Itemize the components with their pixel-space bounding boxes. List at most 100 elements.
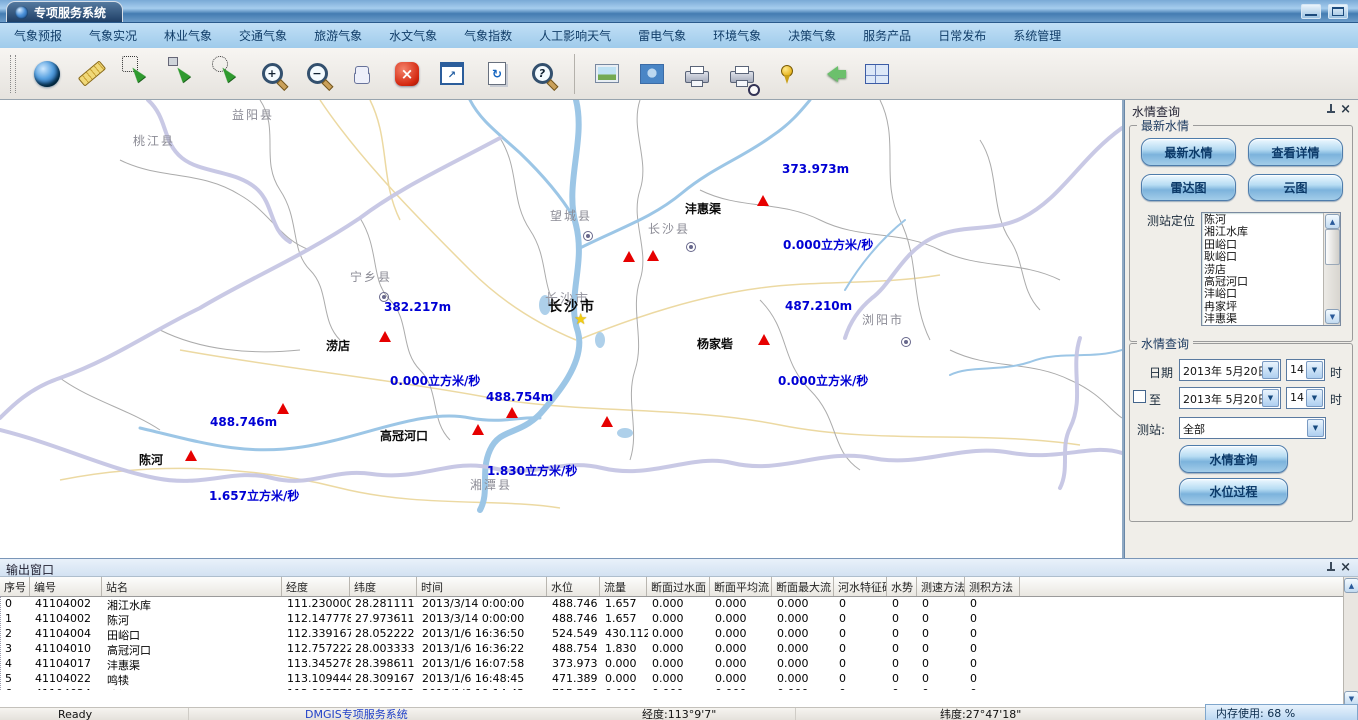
export-image-button[interactable] <box>589 54 625 94</box>
menu-traffic[interactable]: 交通气象 <box>239 27 287 44</box>
station-marker-icon[interactable] <box>757 195 769 206</box>
station-marker-icon[interactable] <box>601 416 613 427</box>
table-row[interactable]: 341104010高冠河口112.75722228.0033332013/1/6… <box>1 641 1345 656</box>
world-view-button[interactable] <box>634 54 670 94</box>
station-list-item[interactable]: 沣峪口 <box>1204 288 1338 300</box>
menu-tourism[interactable]: 旅游气象 <box>314 27 362 44</box>
col-header[interactable]: 经度 <box>282 577 350 596</box>
table-row[interactable]: 141104002陈河112.14777827.9736112013/3/14 … <box>1 611 1345 626</box>
dropdown-icon[interactable]: ▼ <box>1306 389 1323 407</box>
station-marker-icon[interactable] <box>379 331 391 342</box>
station-marker-icon[interactable] <box>758 334 770 345</box>
station-list-item[interactable]: 沣惠渠 <box>1204 313 1338 325</box>
pan-button[interactable] <box>344 54 380 94</box>
col-header[interactable]: 编号 <box>30 577 102 596</box>
minimize-button[interactable] <box>1301 4 1321 19</box>
station-select[interactable]: 全部 ▼ <box>1179 417 1326 439</box>
date-to-picker[interactable]: 2013年 5月20日 ▼ <box>1179 387 1281 409</box>
hour-from-picker[interactable]: 14 ▼ <box>1286 359 1325 381</box>
menu-artificial-weather[interactable]: 人工影响天气 <box>539 27 611 44</box>
hour-to-picker[interactable]: 14 ▼ <box>1286 387 1325 409</box>
table-row[interactable]: 541104022鸣犊113.10944428.3091672013/1/6 1… <box>1 671 1345 686</box>
col-header[interactable]: 站名 <box>102 577 282 596</box>
col-header[interactable]: 时间 <box>417 577 547 596</box>
pin-icon[interactable] <box>1325 561 1336 574</box>
radar-chart-button[interactable]: 雷达图 <box>1141 174 1236 201</box>
full-extent-button[interactable] <box>29 54 65 94</box>
locate-pin-button[interactable] <box>769 54 805 94</box>
clear-selection-button[interactable] <box>209 54 245 94</box>
close-icon[interactable]: × <box>1340 104 1351 116</box>
print-preview-button[interactable] <box>724 54 760 94</box>
col-header[interactable]: 断面最大流 <box>772 577 834 596</box>
to-date-checkbox[interactable] <box>1133 390 1146 403</box>
maximize-button[interactable] <box>1328 4 1348 19</box>
dropdown-icon[interactable]: ▼ <box>1262 389 1279 407</box>
menu-forestry[interactable]: 林业气象 <box>164 27 212 44</box>
menu-daily-release[interactable]: 日常发布 <box>938 27 986 44</box>
station-marker-icon[interactable] <box>647 250 659 261</box>
map-canvas[interactable]: 益阳县 桃江县 望城县 长沙县 宁乡县 浏阳市 湘潭县 长沙市 长沙市 ★ 涝店… <box>0 100 1122 558</box>
station-marker-icon[interactable] <box>277 403 289 414</box>
station-marker-icon[interactable] <box>472 424 484 435</box>
stop-button[interactable]: × <box>389 54 425 94</box>
dropdown-icon[interactable]: ▼ <box>1262 361 1279 379</box>
menu-products[interactable]: 服务产品 <box>863 27 911 44</box>
toolbar-grip[interactable] <box>10 55 16 93</box>
station-marker-icon[interactable] <box>185 450 197 461</box>
station-list-item[interactable]: 耿峪口 <box>1204 251 1338 263</box>
latest-water-button[interactable]: 最新水情 <box>1141 138 1236 166</box>
pin-icon[interactable] <box>1325 103 1336 116</box>
select-area-button[interactable] <box>119 54 155 94</box>
col-header[interactable]: 流量 <box>600 577 647 596</box>
menu-hydrology[interactable]: 水文气象 <box>389 27 437 44</box>
table-row[interactable]: 241104004田峪口112.33916728.0522222013/1/6 … <box>1 626 1345 641</box>
station-listbox[interactable]: 陈河 湘江水库 田峪口 耿峪口 涝店 高冠河口 沣峪口 冉家坪 沣惠渠 ▲ ▼ <box>1201 212 1341 326</box>
col-header[interactable]: 河水特征码 <box>834 577 887 596</box>
menu-environment[interactable]: 环境气象 <box>713 27 761 44</box>
col-header[interactable]: 纬度 <box>350 577 417 596</box>
station-marker-icon[interactable] <box>506 407 518 418</box>
identify-button[interactable]: ? <box>524 54 560 94</box>
station-list-item[interactable]: 湘江水库 <box>1204 226 1338 238</box>
scroll-up-icon[interactable]: ▲ <box>1325 214 1340 229</box>
view-detail-button[interactable]: 查看详情 <box>1248 138 1343 166</box>
col-header[interactable]: 断面平均流 <box>710 577 772 596</box>
col-header[interactable]: 断面过水面 <box>647 577 710 596</box>
col-header[interactable]: 序号 <box>0 577 30 596</box>
table-scrollbar[interactable]: ▲ ▼ <box>1343 577 1358 707</box>
station-marker-icon[interactable] <box>623 251 635 262</box>
date-from-picker[interactable]: 2013年 5月20日 ▼ <box>1179 359 1281 381</box>
select-button[interactable] <box>164 54 200 94</box>
scroll-down-icon[interactable]: ▼ <box>1325 309 1340 324</box>
dropdown-icon[interactable]: ▼ <box>1306 361 1323 379</box>
col-header[interactable]: 水势 <box>887 577 917 596</box>
overview-grid-button[interactable] <box>859 54 895 94</box>
table-row[interactable]: 441104017沣惠渠113.34527828.3986112013/1/6 … <box>1 656 1345 671</box>
menu-weather-live[interactable]: 气象实况 <box>89 27 137 44</box>
zoom-in-button[interactable]: + <box>254 54 290 94</box>
col-header[interactable]: 测速方法 <box>917 577 965 596</box>
menu-weather-forecast[interactable]: 气象预报 <box>14 27 62 44</box>
menu-lightning[interactable]: 雷电气象 <box>638 27 686 44</box>
water-query-button[interactable]: 水情查询 <box>1179 445 1288 473</box>
scrollbar-thumb[interactable] <box>1325 229 1340 265</box>
scroll-up-icon[interactable]: ▲ <box>1344 578 1358 593</box>
print-button[interactable] <box>679 54 715 94</box>
menu-system[interactable]: 系统管理 <box>1013 27 1061 44</box>
menu-weather-index[interactable]: 气象指数 <box>464 27 512 44</box>
close-icon[interactable]: × <box>1340 562 1351 574</box>
table-row-partial[interactable]: 641104024沣峪口112.99377828.0222522013/1/6 … <box>1 686 1345 690</box>
measure-button[interactable] <box>74 54 110 94</box>
back-button[interactable] <box>814 54 850 94</box>
zoom-window-button[interactable]: ↗ <box>434 54 470 94</box>
listbox-scrollbar[interactable]: ▲ ▼ <box>1323 213 1340 325</box>
col-header[interactable]: 测积方法 <box>965 577 1020 596</box>
dropdown-icon[interactable]: ▼ <box>1307 419 1324 437</box>
refresh-button[interactable]: ↻ <box>479 54 515 94</box>
col-header[interactable]: 水位 <box>547 577 600 596</box>
water-level-process-button[interactable]: 水位过程 <box>1179 478 1288 505</box>
zoom-out-button[interactable]: − <box>299 54 335 94</box>
table-row[interactable]: 041104002湘江水库111.23000028.2811112013/3/1… <box>1 596 1345 611</box>
menu-decision[interactable]: 决策气象 <box>788 27 836 44</box>
